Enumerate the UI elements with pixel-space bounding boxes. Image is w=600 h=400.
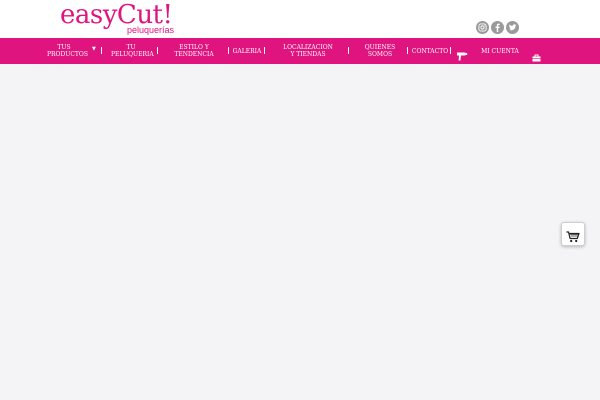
nav-item-label: GALERIA (232, 47, 262, 55)
hairdryer-icon[interactable] (456, 46, 468, 61)
nav-item-galeria[interactable]: GALERIA (232, 38, 262, 64)
nav-divider (450, 47, 451, 54)
nav-divider (264, 47, 265, 54)
chevron-down-icon[interactable]: ▼ (92, 47, 96, 52)
nav-divider (348, 47, 349, 54)
nav-divider (228, 47, 229, 54)
nav-divider (157, 47, 158, 54)
floating-cart-button[interactable] (561, 222, 585, 246)
nav-item-localizacion-y-tiendas[interactable]: LOCALIZACION Y TIENDAS (280, 38, 336, 64)
shopping-cart-icon (566, 228, 580, 243)
nav-item-label: TUS PRODUCTOS (47, 44, 88, 58)
nav-item-label: QUIENES SOMOS (364, 44, 396, 58)
twitter-icon[interactable] (506, 21, 519, 34)
nav-item-estilo-y-tendencia[interactable]: ESTILO Y TENDENCIA (166, 38, 222, 64)
facebook-icon[interactable] (491, 21, 504, 34)
nav-divider (101, 47, 102, 54)
nav-item-label: LOCALIZACION Y TIENDAS (283, 44, 333, 58)
instagram-icon[interactable] (476, 21, 489, 34)
account-icon[interactable] (532, 47, 541, 62)
nav-item-label: TU PELUQUERIA (111, 44, 154, 58)
nav-item-label: MI CUENTA (481, 47, 519, 55)
nav-item-quienes-somos[interactable]: QUIENES SOMOS (358, 38, 402, 64)
nav-divider (407, 47, 408, 54)
social-links (476, 21, 519, 35)
nav-item-label: CONTACTO (411, 47, 449, 55)
nav-item-mi-cuenta[interactable]: MI CUENTA (478, 38, 522, 64)
nav-item-contacto[interactable]: CONTACTO (412, 38, 448, 64)
nav-item-label: ESTILO Y TENDENCIA (174, 44, 214, 58)
site-header: easyCut! peluquerías (0, 0, 600, 38)
nav-item-tus-productos[interactable]: TUS PRODUCTOS (38, 38, 90, 64)
nav-item-tu-peluqueria[interactable]: TU PELUQUERIA (106, 38, 156, 64)
site-logo[interactable]: easyCut! peluquerías (60, 2, 190, 36)
logo-tagline: peluquerías (127, 25, 175, 35)
main-navigation: TUS PRODUCTOS ▼ TU PELUQUERIA ESTILO Y T… (0, 38, 600, 64)
